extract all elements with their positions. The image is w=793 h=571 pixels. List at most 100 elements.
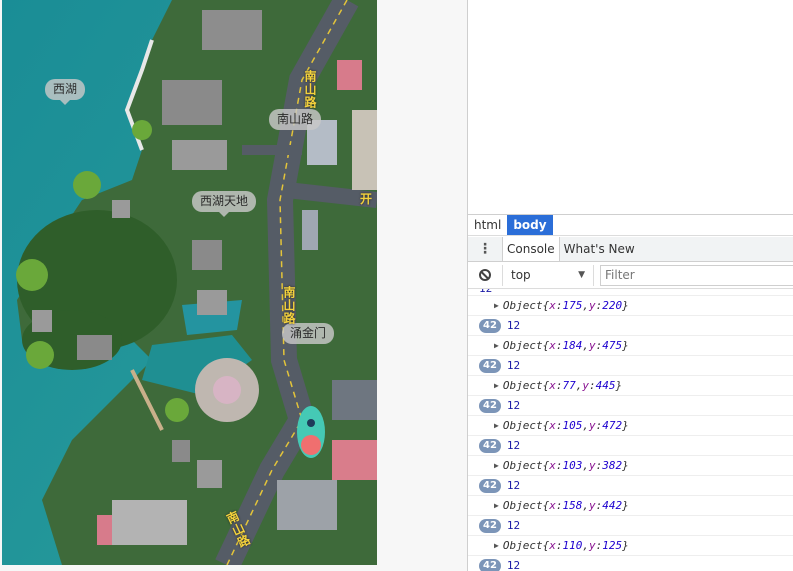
prop-x-value: 105 [562,419,583,432]
console-object-row[interactable]: ▶ Object {x: 184, y: 475} [468,336,793,356]
console-value: 12 [506,439,521,452]
console-output[interactable]: 12▶Object {x: 175, y: 220}4212▶Object {x… [468,289,793,571]
map-label-nanshan-road[interactable]: 南山路 [269,109,322,130]
expand-triangle-icon[interactable]: ▶ [494,301,499,310]
object-colon: : [555,459,563,472]
road-label-nanshan-middle: 南山路 [282,286,296,325]
tab-console[interactable]: Console [502,237,560,261]
prop-x-value: 77 [562,379,576,392]
object-comma: , [582,339,589,352]
expand-triangle-icon[interactable]: ▶ [494,541,499,550]
map-label-xihu-tiandi[interactable]: 西湖天地 [192,191,257,217]
console-object-row[interactable]: ▶ Object {x: 77, y: 445} [468,376,793,396]
object-brace: } [615,379,623,392]
road-label-side: 开 [360,192,374,206]
expand-triangle-icon[interactable]: ▶ [494,421,499,430]
prop-y-value: 442 [602,499,623,512]
prop-y-value: 475 [602,339,623,352]
prop-x-value: 103 [562,459,583,472]
object-colon: : [555,339,563,352]
console-count-row: 42 12 [468,556,793,571]
repeat-count-badge: 42 [479,318,501,333]
object-colon: : [595,299,603,312]
console-value: 12 [506,319,521,332]
object-brace: } [622,339,629,352]
filter-input[interactable] [600,264,793,286]
map-label-west-lake[interactable]: 西湖 [45,79,86,105]
expand-triangle-icon[interactable]: ▶ [494,501,499,510]
console-object-row[interactable]: ▶ Object {x: 158, y: 442} [468,496,793,516]
repeat-count-badge: 42 [479,358,501,373]
prop-y-key: y [588,499,596,512]
console-value: 12 [506,519,521,532]
prop-x-key: x [549,339,556,352]
tab-whats-new[interactable]: What's New [560,237,639,261]
console-object-row[interactable]: ▶ Object {x: 103, y: 382} [468,456,793,476]
object-label: Object [502,499,543,512]
object-brace: } [622,539,629,552]
elements-breadcrumb: html body [468,214,793,236]
prop-y-value: 125 [602,539,623,552]
console-value: 12 [506,479,521,492]
object-brace: } [622,499,629,512]
console-count-row: 42 12 [468,396,793,416]
more-tools-icon[interactable]: ⋮ [468,237,502,261]
object-comma: , [582,459,589,472]
console-object-row[interactable]: ▶ Object {x: 105, y: 472} [468,416,793,436]
map-view[interactable]: 西湖 南山路 西湖天地 涌金门 南山路 南山路 南山路 开 [2,0,377,565]
devtools-panel: html body ⋮ Console What's New top ▼ 12▶… [467,0,793,571]
console-object-row[interactable]: ▶ Object {x: 175, y: 220} [468,296,793,316]
breadcrumb-body[interactable]: body [507,215,553,235]
map-marker-icon[interactable] [296,404,326,460]
prop-y-key: y [582,379,589,392]
console-row-partial: 12 [468,289,793,296]
console-value: 12 [506,359,521,372]
object-brace: } [622,419,629,432]
prop-y-value: 220 [602,299,623,312]
object-colon: : [588,379,596,392]
object-comma: , [582,539,589,552]
console-object-row[interactable]: ▶ Object {x: 110, y: 125} [468,536,793,556]
prop-x-value: 110 [562,539,583,552]
object-label: Object [502,299,543,312]
object-colon: : [555,419,563,432]
breadcrumb-html[interactable]: html [468,215,507,235]
console-toolbar: top ▼ [468,262,793,289]
context-select-value: top [511,268,531,282]
prop-x-key: x [549,379,556,392]
clear-console-icon[interactable] [468,269,502,281]
console-count-row: 42 12 [468,516,793,536]
console-count-row: 42 12 [468,476,793,496]
repeat-count-badge: 42 [479,478,501,493]
expand-triangle-icon[interactable]: ▶ [494,461,499,470]
prop-x-key: x [549,539,556,552]
console-value: 12 [506,399,521,412]
expand-triangle-icon[interactable]: ▶ [494,381,499,390]
prop-y-value: 445 [595,379,616,392]
repeat-count-badge: 42 [479,438,501,453]
map-label-yongjinmen[interactable]: 涌金门 [282,323,335,344]
object-colon: : [555,379,563,392]
console-value: 12 [506,559,521,571]
prop-y-key: y [588,539,596,552]
prop-y-key: y [588,299,596,312]
repeat-count-badge: 42 [479,558,501,571]
object-comma: , [582,419,589,432]
prop-y-key: y [588,339,596,352]
caret-down-icon: ▼ [578,270,585,280]
prop-x-value: 158 [562,499,583,512]
repeat-count-badge: 42 [479,518,501,533]
prop-y-value: 382 [602,459,623,472]
object-comma: , [582,499,589,512]
road-label-nanshan-top: 南山路 [303,70,317,109]
object-colon: : [595,419,603,432]
console-count-row: 42 12 [468,356,793,376]
context-select[interactable]: top ▼ [502,264,594,286]
object-colon: : [555,299,563,312]
object-label: Object [502,419,543,432]
object-label: Object [502,339,543,352]
expand-triangle-icon[interactable]: ▶ [494,341,499,350]
object-label: Object [502,379,543,392]
prop-x-key: x [549,419,556,432]
console-count-row: 42 12 [468,436,793,456]
